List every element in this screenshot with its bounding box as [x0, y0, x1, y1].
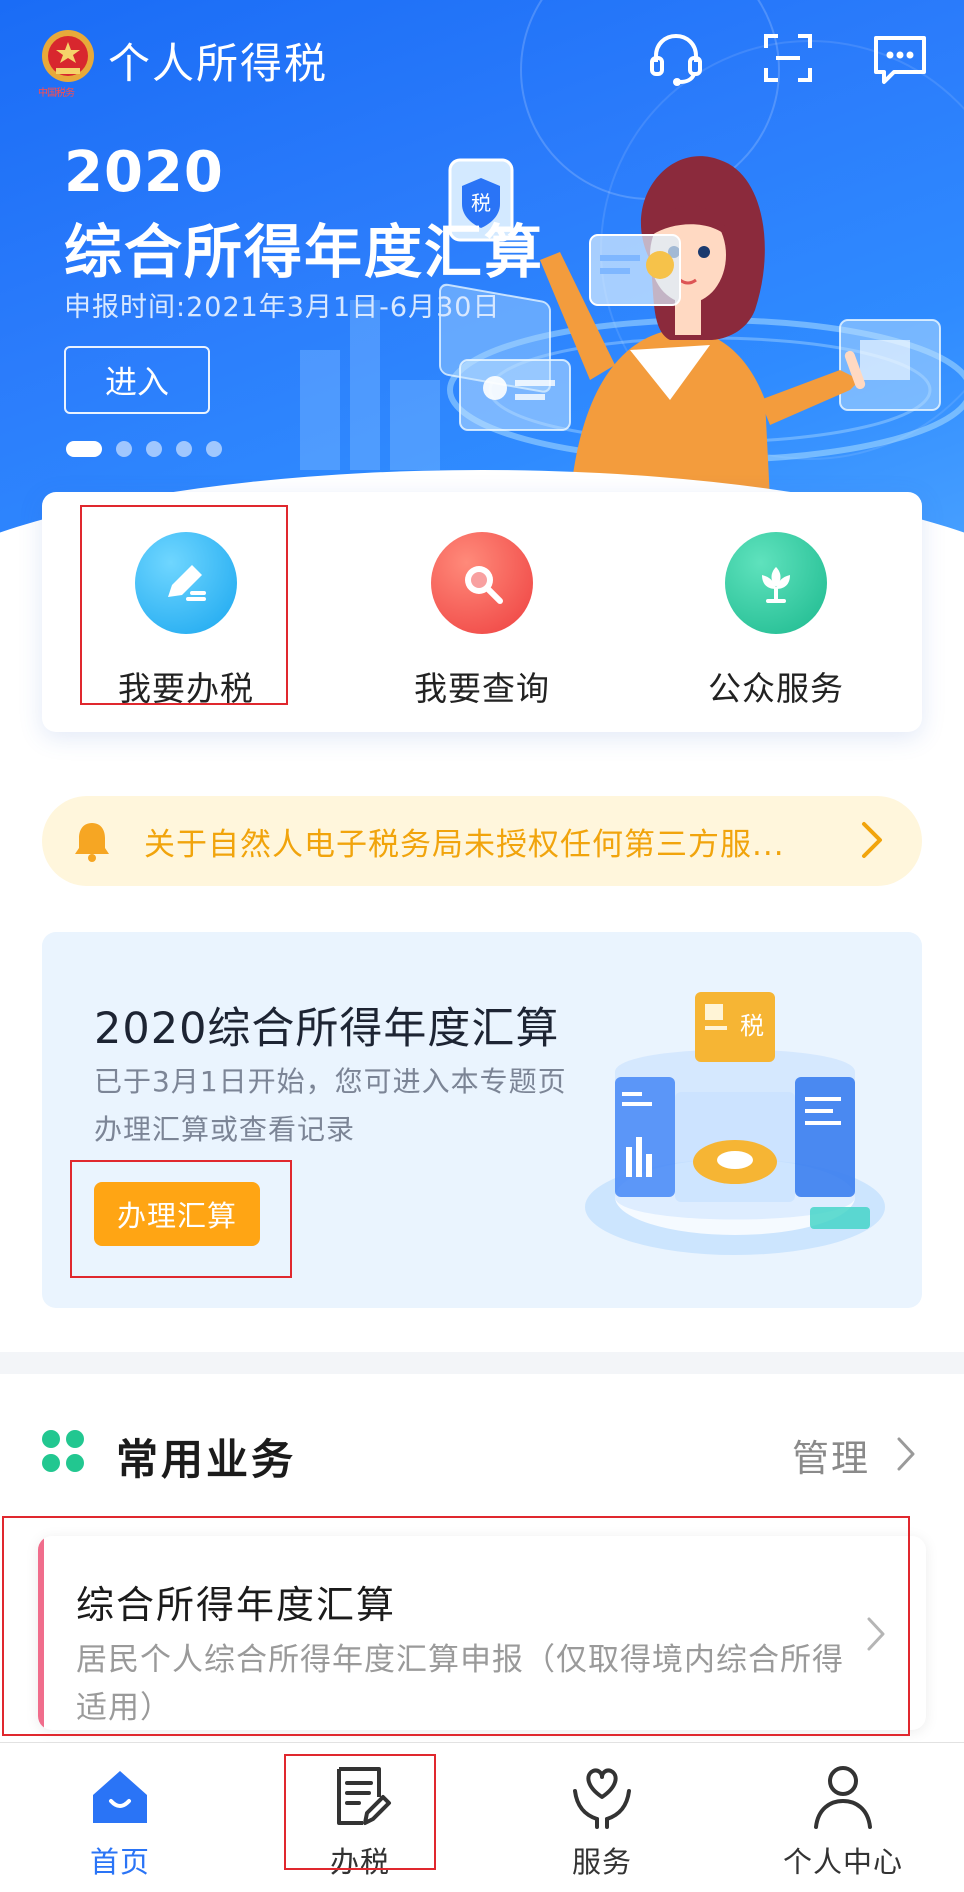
scan-icon[interactable]	[756, 26, 820, 90]
quick-action-label: 公众服务	[708, 669, 844, 708]
tab-label: 首页	[89, 1845, 150, 1879]
decor-building	[300, 350, 340, 470]
pager-dot[interactable]	[206, 441, 222, 457]
home-icon	[93, 1771, 147, 1823]
pager-dot-active[interactable]	[66, 441, 102, 457]
quick-action-pay-tax[interactable]: 我要办税	[86, 532, 286, 710]
app-title: 个人所得税	[108, 39, 329, 88]
banner-year: 2020	[64, 140, 224, 205]
notice-bar[interactable]: 关于自然人电子税务局未授权任何第三方服...	[42, 796, 922, 886]
promo-handle-button[interactable]: 办理汇算	[94, 1182, 260, 1246]
promo-card[interactable]: 2020综合所得年度汇算 已于3月1日开始，您可进入本专题页办理汇算或查看记录 …	[42, 932, 922, 1308]
section-divider	[0, 1352, 964, 1374]
banner-enter-button[interactable]: 进入	[64, 346, 210, 414]
promo-badge-text: 税	[740, 1012, 764, 1040]
promo-title: 2020综合所得年度汇算	[94, 1004, 560, 1054]
quick-action-label: 我要办税	[118, 669, 254, 708]
decor-building	[350, 300, 380, 470]
quick-action-label: 我要查询	[414, 669, 550, 708]
pager-dot[interactable]	[146, 441, 162, 457]
tab-tax[interactable]: 办税	[260, 1761, 460, 1881]
manage-link[interactable]: 管理	[792, 1428, 870, 1482]
quick-action-public-service[interactable]: 公众服务	[676, 532, 876, 710]
promo-description: 已于3月1日开始，您可进入本专题页办理汇算或查看记录	[94, 1065, 567, 1146]
chevron-right-icon[interactable]	[896, 1436, 916, 1472]
search-icon	[431, 532, 533, 634]
tab-label: 个人中心	[782, 1845, 903, 1879]
heart-hand-icon	[573, 1768, 631, 1829]
tab-service[interactable]: 服务	[502, 1761, 702, 1881]
message-icon[interactable]	[868, 26, 932, 90]
card-accent	[38, 1536, 44, 1730]
bottom-tab-bar: 首页 办税 服务 个人中心	[0, 1742, 964, 1892]
apps-grid-icon	[42, 1430, 84, 1472]
section-title: 常用业务	[116, 1435, 297, 1484]
tab-home[interactable]: 首页	[20, 1761, 220, 1881]
emblem-caption: 中国税务	[38, 88, 75, 99]
headset-icon[interactable]	[644, 26, 708, 90]
tab-profile[interactable]: 个人中心	[743, 1761, 943, 1881]
chevron-right-icon	[867, 1617, 885, 1651]
document-icon	[337, 1767, 391, 1825]
pager-dot[interactable]	[116, 441, 132, 457]
promo-illustration: 税	[585, 992, 885, 1255]
business-item-title: 综合所得年度汇算	[76, 1583, 397, 1627]
business-item-description: 居民个人综合所得年度汇算申报（仅取得境内综合所得适用）	[76, 1642, 844, 1726]
tax-illustration: 税	[439, 156, 964, 500]
person-icon	[814, 1766, 872, 1829]
banner-subtitle: 申报时间:2021年3月1日-6月30日	[64, 292, 501, 323]
pencil-icon	[135, 532, 237, 634]
quick-action-query[interactable]: 我要查询	[382, 532, 582, 710]
bell-icon	[75, 823, 109, 862]
quick-actions-card: 我要办税 我要查询 公众服务	[42, 492, 922, 732]
flower-icon	[725, 532, 827, 634]
chevron-right-icon	[862, 822, 882, 858]
banner-pager	[66, 441, 222, 457]
tab-label: 服务	[571, 1845, 632, 1879]
business-item-annual-reconciliation[interactable]: 综合所得年度汇算 居民个人综合所得年度汇算申报（仅取得境内综合所得适用）	[38, 1536, 926, 1730]
tab-label: 办税	[329, 1845, 390, 1879]
notice-text: 关于自然人电子税务局未授权任何第三方服...	[144, 826, 785, 863]
banner-title: 综合所得年度汇算	[64, 218, 545, 286]
pager-dot[interactable]	[176, 441, 192, 457]
top-bar: 中国税务 个人所得税	[0, 0, 964, 120]
